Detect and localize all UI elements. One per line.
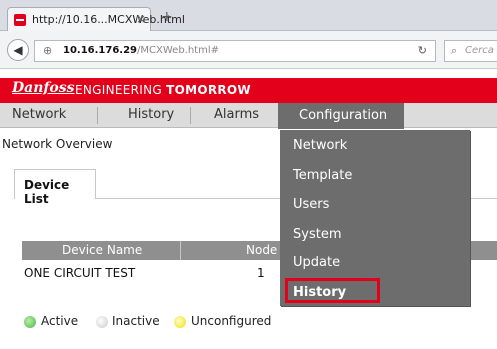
column-divider: [180, 241, 181, 260]
menu-item-network[interactable]: Network: [12, 107, 66, 122]
brand-bar: Danfoss ENGINEERING TOMORROW: [0, 78, 497, 103]
tab-device-list-label: Device List: [24, 178, 70, 206]
search-icon: ⌕: [451, 44, 458, 57]
dropdown-item-network[interactable]: Network: [293, 138, 347, 153]
node-id-cell: 1: [257, 266, 265, 280]
danfoss-favicon-icon: [14, 14, 26, 26]
dropdown-item-template[interactable]: Template: [293, 168, 352, 183]
brand-tagline: ENGINEERING TOMORROW: [75, 83, 251, 97]
column-device-name[interactable]: Device Name: [62, 243, 142, 257]
breadcrumb: Network Overview: [2, 137, 113, 151]
dropdown-item-system[interactable]: System: [293, 227, 341, 242]
browser-nav-bar: ◀ ⊕ 10.16.176.29/MCXWeb.html# ↻ ⌕ Cerca: [0, 31, 497, 69]
legend-active: Active: [41, 314, 79, 328]
search-placeholder: Cerca: [465, 45, 494, 56]
browser-tab-strip: http://10.16...MCXWeb.html × +: [0, 0, 497, 31]
menu-item-configuration-label: Configuration: [299, 108, 388, 123]
menu-item-alarms[interactable]: Alarms: [214, 107, 259, 122]
unconfigured-status-icon: [174, 316, 186, 328]
globe-icon: ⊕: [43, 44, 53, 57]
search-field[interactable]: ⌕ Cerca: [444, 40, 497, 62]
active-status-icon: [24, 316, 36, 328]
menu-item-history[interactable]: History: [128, 107, 174, 122]
main-menu: Network History Alarms: [0, 103, 497, 128]
legend-inactive: Inactive: [112, 314, 160, 328]
device-name-cell: ONE CIRCUIT TEST: [24, 266, 136, 280]
address-bar[interactable]: ⊕ 10.16.176.29/MCXWeb.html# ↻: [34, 40, 436, 62]
menu-divider: [97, 107, 98, 124]
dropdown-item-users[interactable]: Users: [293, 197, 329, 212]
new-tab-icon[interactable]: +: [161, 9, 173, 25]
browser-tab[interactable]: http://10.16...MCXWeb.html ×: [7, 7, 185, 31]
inactive-status-icon: [96, 316, 108, 328]
history-highlight-box: [285, 278, 380, 303]
url-text: 10.16.176.29/MCXWeb.html#: [63, 45, 219, 56]
back-arrow-icon[interactable]: ◀: [7, 39, 29, 61]
legend-unconfigured: Unconfigured: [191, 314, 272, 328]
reload-icon[interactable]: ↻: [418, 44, 427, 57]
menu-divider: [190, 107, 191, 124]
tab-device-list[interactable]: Device List: [14, 169, 96, 206]
menu-item-configuration[interactable]: Configuration: [278, 103, 404, 129]
dropdown-item-update[interactable]: Update: [293, 255, 340, 270]
danfoss-logo: Danfoss: [12, 80, 75, 96]
close-tab-icon[interactable]: ×: [136, 12, 146, 26]
